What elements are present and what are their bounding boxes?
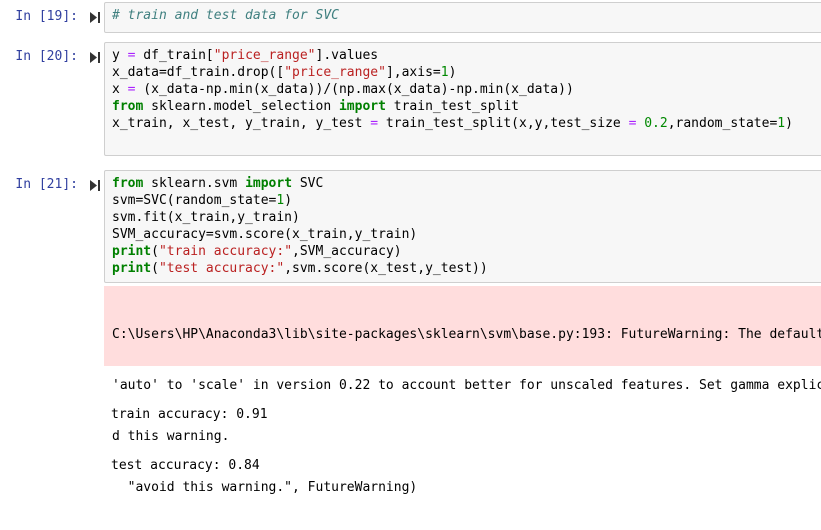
code-line: # train and test data for SVC — [112, 8, 339, 23]
code-input[interactable]: # train and test data for SVC — [104, 2, 821, 33]
code-line: svm.fit(x_train,y_train) — [112, 210, 300, 225]
run-cell-icon[interactable] — [90, 180, 100, 191]
code-line: from sklearn.svm import SVC — [112, 176, 324, 191]
code-line: x_train, x_test, y_train, y_test = train… — [112, 116, 793, 131]
code-line: x_data=df_train.drop(["price_range"],axi… — [112, 65, 457, 80]
stdout-line: train accuracy: 0.91 — [111, 407, 268, 422]
stdout-output: train accuracy: 0.91 test accuracy: 0.84 — [111, 372, 268, 508]
run-cell-icon[interactable] — [90, 52, 100, 63]
code-line: x = (x_data-np.min(x_data))/(np.max(x_da… — [112, 82, 574, 97]
code-line: print("test accuracy:",svm.score(x_test,… — [112, 261, 488, 276]
code-input[interactable]: from sklearn.svm import SVC svm=SVC(rand… — [104, 170, 821, 283]
stdout-line: test accuracy: 0.84 — [111, 458, 260, 473]
cell-prompt: In [20]: — [15, 49, 78, 64]
stderr-line: C:\Users\HP\Anaconda3\lib\site-packages\… — [112, 327, 821, 342]
code-line: print("train accuracy:",SVM_accuracy) — [112, 244, 402, 259]
code-line: y = df_train["price_range"].values — [112, 48, 379, 63]
code-line: from sklearn.model_selection import trai… — [112, 99, 520, 114]
code-line: svm=SVC(random_state=1) — [112, 193, 293, 208]
stderr-output: C:\Users\HP\Anaconda3\lib\site-packages\… — [104, 286, 821, 495]
cell-prompt: In [21]: — [15, 177, 78, 192]
cell-prompt: In [19]: — [15, 9, 78, 24]
run-cell-icon[interactable] — [90, 12, 100, 23]
code-line: SVM_accuracy=svm.score(x_train,y_train) — [112, 227, 418, 242]
code-input[interactable]: y = df_train["price_range"].values x_dat… — [104, 42, 821, 156]
